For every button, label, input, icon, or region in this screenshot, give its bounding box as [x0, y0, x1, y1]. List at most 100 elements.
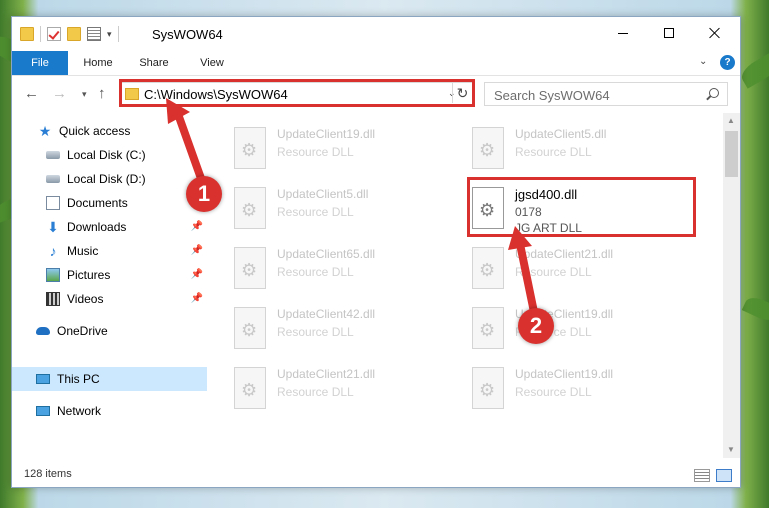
large-icons-view-icon[interactable] — [716, 469, 732, 482]
toolbar-separator — [117, 26, 119, 42]
sidebar-item-this-pc[interactable]: This PC — [12, 367, 207, 391]
maximize-icon — [664, 28, 674, 38]
scrollbar-thumb[interactable] — [725, 131, 738, 177]
downloads-icon: ⬇ — [47, 219, 59, 235]
file-item[interactable]: UpdateClient5.dll Resource DLL — [455, 121, 685, 179]
file-item[interactable]: UpdateClient19.dll Resource DLL — [217, 121, 447, 179]
sidebar-item-label: Pictures — [67, 268, 111, 282]
sidebar-item-local-disk-d[interactable]: Local Disk (D:) — [12, 167, 207, 191]
close-icon — [709, 27, 721, 39]
search-placeholder: Search SysWOW64 — [494, 88, 610, 103]
sidebar-item-documents[interactable]: Documents — [12, 191, 207, 215]
back-arrow-icon[interactable]: ← — [24, 85, 39, 102]
scroll-down-arrow-icon[interactable]: ▼ — [727, 445, 735, 454]
sidebar-item-label: Downloads — [67, 220, 127, 234]
onedrive-icon — [36, 327, 50, 335]
sidebar-item-local-disk-c[interactable]: Local Disk (C:) — [12, 143, 207, 167]
file-description: Resource DLL — [277, 265, 354, 279]
minimize-icon — [618, 32, 628, 34]
file-name: UpdateClient65.dll — [277, 247, 376, 261]
file-description: Resource DLL — [277, 325, 354, 339]
close-button[interactable] — [692, 17, 738, 49]
sidebar-item-label: Quick access — [59, 124, 131, 138]
file-item[interactable]: UpdateClient21.dll Resource DLL — [455, 241, 685, 299]
minimize-button[interactable] — [600, 17, 646, 49]
file-item[interactable]: UpdateClient21.dll Resource DLL — [217, 361, 447, 419]
pin-icon[interactable]: 📌 — [191, 245, 203, 256]
sidebar-item-label: Local Disk (D:) — [67, 172, 146, 186]
sidebar-item-pictures[interactable]: Pictures 📌 — [12, 263, 207, 287]
explorer-window: ▾ SysWOW64 File Home Share View ⌄ ? ← → … — [11, 16, 741, 488]
file-item[interactable]: UpdateClient19.dll Resource DLL — [455, 361, 685, 419]
this-pc-icon — [36, 374, 50, 384]
search-input[interactable]: Search SysWOW64 — [484, 82, 728, 106]
sidebar-item-music[interactable]: ♪ Music 📌 — [12, 239, 207, 263]
sidebar-item-onedrive[interactable]: OneDrive — [12, 319, 207, 343]
tab-home[interactable]: Home — [78, 51, 118, 75]
tab-file[interactable]: File — [12, 51, 68, 75]
target-file-highlight — [467, 177, 696, 237]
dll-file-icon — [234, 187, 266, 229]
item-count: 128 items — [24, 468, 72, 480]
dll-file-icon — [472, 247, 504, 289]
customize-toolbar-dropdown-icon[interactable]: ▾ — [107, 29, 112, 40]
dll-file-icon — [234, 367, 266, 409]
sidebar-item-label: OneDrive — [57, 324, 108, 338]
sidebar-item-label: Music — [67, 244, 99, 258]
quick-access-toolbar: ▾ — [20, 26, 119, 42]
quick-access-star-icon: ★ — [38, 123, 52, 139]
tab-view[interactable]: View — [192, 51, 232, 75]
tab-share[interactable]: Share — [134, 51, 174, 75]
details-view-icon[interactable] — [694, 469, 710, 482]
view-options-icon[interactable] — [87, 27, 101, 41]
properties-check-icon[interactable] — [47, 27, 61, 41]
sidebar-item-quick-access[interactable]: ★ Quick access — [12, 119, 207, 143]
dll-file-icon — [234, 127, 266, 169]
scroll-up-arrow-icon[interactable]: ▲ — [727, 116, 735, 125]
sidebar-item-label: This PC — [57, 372, 100, 386]
file-item[interactable]: UpdateClient65.dll Resource DLL — [217, 241, 447, 299]
sidebar-item-downloads[interactable]: ⬇ Downloads 📌 — [12, 215, 207, 239]
music-icon: ♪ — [49, 243, 57, 259]
sidebar-item-label: Videos — [67, 292, 104, 306]
file-item[interactable]: UpdateClient19.dll Resource DLL — [455, 301, 685, 359]
file-list: UpdateClient19.dll Resource DLL UpdateCl… — [217, 113, 722, 458]
background-leaf — [741, 293, 769, 325]
address-bar-highlight — [119, 79, 475, 107]
pictures-icon — [46, 268, 60, 282]
toolbar-separator — [40, 26, 41, 42]
ribbon-tabs: File Home Share View ⌄ ? — [12, 51, 740, 76]
file-description: Resource DLL — [515, 145, 592, 159]
pin-icon[interactable]: 📌 — [191, 221, 203, 232]
search-icon[interactable] — [709, 88, 719, 98]
file-name: UpdateClient21.dll — [515, 247, 614, 261]
forward-arrow-icon[interactable]: → — [52, 85, 67, 102]
file-description: Resource DLL — [277, 205, 354, 219]
navigation-pane: ★ Quick access Local Disk (C:) Local Dis… — [12, 113, 207, 458]
vertical-scrollbar[interactable]: ▲ ▼ — [723, 113, 740, 458]
step-1-callout: 1 — [186, 176, 222, 212]
new-folder-icon[interactable] — [67, 27, 81, 41]
folder-icon — [20, 27, 34, 41]
help-icon[interactable]: ? — [720, 55, 735, 70]
file-description: Resource DLL — [277, 385, 354, 399]
file-item[interactable]: UpdateClient42.dll Resource DLL — [217, 301, 447, 359]
pin-icon[interactable]: 📌 — [191, 293, 203, 304]
file-name: UpdateClient19.dll — [515, 367, 614, 381]
up-arrow-icon[interactable]: ↑ — [98, 85, 106, 102]
step-2-callout: 2 — [518, 308, 554, 344]
sidebar-item-network[interactable]: Network — [12, 399, 207, 423]
maximize-button[interactable] — [646, 17, 692, 49]
expand-ribbon-chevron-icon[interactable]: ⌄ — [699, 56, 707, 67]
pin-icon[interactable]: 📌 — [191, 269, 203, 280]
file-item[interactable]: UpdateClient5.dll Resource DLL — [217, 181, 447, 239]
recent-locations-chevron-icon[interactable]: ▾ — [82, 89, 87, 100]
dll-file-icon — [472, 307, 504, 349]
status-bar: 128 items — [12, 465, 740, 487]
dll-file-icon — [472, 127, 504, 169]
sidebar-item-videos[interactable]: Videos 📌 — [12, 287, 207, 311]
videos-icon — [46, 292, 60, 306]
file-name: UpdateClient21.dll — [277, 367, 376, 381]
network-icon — [36, 406, 50, 416]
dll-file-icon — [472, 367, 504, 409]
